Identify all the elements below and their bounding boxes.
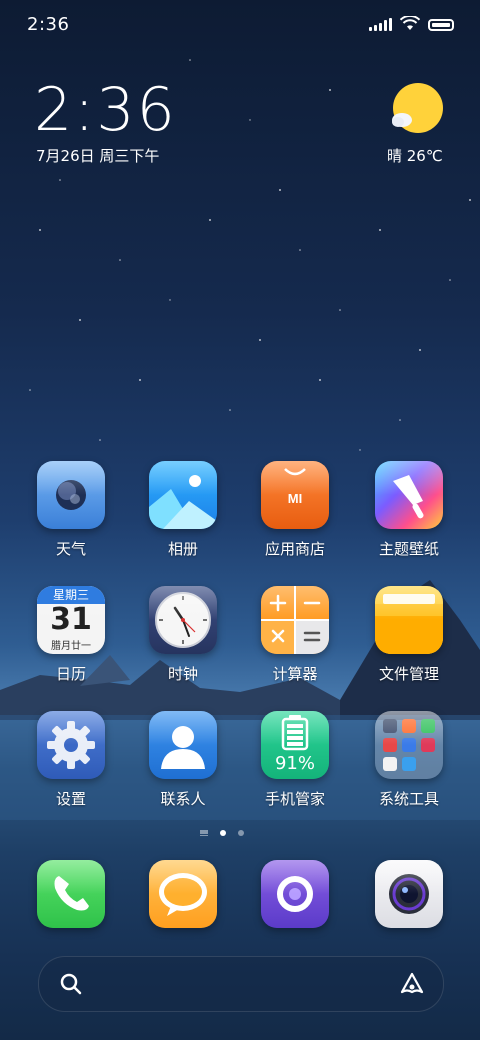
- app-label: 应用商店: [264, 540, 325, 558]
- contacts-icon: [149, 711, 217, 779]
- cellular-signal-icon: [369, 17, 392, 31]
- camera-icon: [375, 860, 443, 928]
- app-label: 天气: [55, 540, 86, 558]
- page-indicator-widgets-icon: [200, 830, 208, 836]
- clock-widget-time[interactable]: 2:36: [34, 78, 177, 142]
- app-calendar[interactable]: 星期三 31 腊月廿一 日历: [16, 586, 126, 684]
- app-label: 文件管理: [378, 665, 439, 683]
- app-settings[interactable]: 设置: [16, 711, 126, 809]
- sun-with-cloud-icon[interactable]: [390, 82, 444, 136]
- app-security[interactable]: 91% 手机管家: [240, 711, 350, 809]
- app-files[interactable]: 文件管理: [354, 586, 464, 684]
- page-dot-active: [220, 830, 226, 836]
- status-time: 2:36: [27, 14, 70, 35]
- wifi-icon: [400, 16, 420, 30]
- calendar-day: 31: [50, 602, 92, 637]
- messages-icon: [149, 860, 217, 928]
- app-store-icon: MI: [261, 461, 329, 529]
- app-store[interactable]: MI 应用商店: [240, 461, 350, 559]
- browser-icon: [261, 860, 329, 928]
- app-label: 系统工具: [378, 790, 439, 808]
- battery-percent: 91%: [274, 753, 315, 774]
- app-calculator[interactable]: 计算器: [240, 586, 350, 684]
- app-label: 计算器: [272, 665, 318, 683]
- app-label: 联系人: [160, 790, 206, 808]
- app-label: 手机管家: [264, 790, 325, 808]
- clock-app-icon: [149, 586, 217, 654]
- weather-widget-text[interactable]: 晴 26℃: [387, 145, 443, 166]
- app-gallery[interactable]: 相册: [128, 461, 238, 559]
- themes-icon: [375, 461, 443, 529]
- dock-messages[interactable]: [128, 860, 238, 928]
- battery-icon: [428, 19, 454, 31]
- app-label: 设置: [55, 790, 86, 808]
- store-icon-text: MI: [288, 491, 302, 506]
- dock-camera[interactable]: [354, 860, 464, 928]
- status-bar: 2:36: [0, 0, 480, 50]
- app-label: 相册: [167, 540, 198, 558]
- app-folder-system-tools[interactable]: 系统工具: [354, 711, 464, 809]
- gallery-app-icon: [149, 461, 217, 529]
- page-indicator[interactable]: [200, 830, 244, 836]
- app-contacts[interactable]: 联系人: [128, 711, 238, 809]
- clock-widget-date[interactable]: 7月26日 周三下午: [36, 145, 159, 166]
- calendar-app-icon: 星期三 31 腊月廿一: [37, 586, 105, 654]
- home-search-bar[interactable]: [38, 956, 444, 1012]
- app-label: 日历: [55, 665, 86, 683]
- dock-phone[interactable]: [16, 860, 126, 928]
- app-label: 时钟: [167, 665, 198, 683]
- app-clock[interactable]: 时钟: [128, 586, 238, 684]
- security-battery-icon: 91%: [261, 711, 329, 779]
- file-manager-icon: [375, 586, 443, 654]
- dock-browser[interactable]: [240, 860, 350, 928]
- calendar-lunar: 腊月廿一: [51, 641, 91, 652]
- page-dot: [238, 830, 244, 836]
- search-icon[interactable]: [59, 972, 83, 996]
- app-weather[interactable]: 天气: [16, 461, 126, 559]
- assistant-icon[interactable]: [399, 971, 425, 997]
- calculator-app-icon: [261, 586, 329, 654]
- settings-gear-icon: [37, 711, 105, 779]
- phone-icon: [37, 860, 105, 928]
- app-themes[interactable]: 主题壁纸: [354, 461, 464, 559]
- weather-app-icon: [37, 461, 105, 529]
- folder-icon: [375, 711, 443, 779]
- app-label: 主题壁纸: [378, 540, 439, 558]
